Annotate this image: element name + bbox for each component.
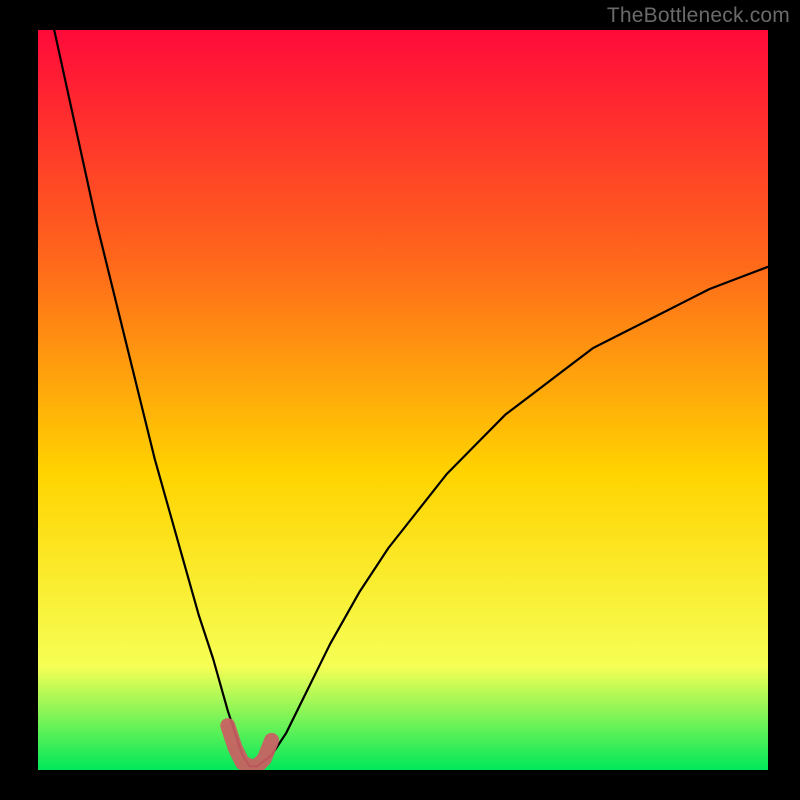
bottleneck-chart	[38, 30, 768, 770]
gradient-background	[38, 30, 768, 770]
chart-frame: TheBottleneck.com	[0, 0, 800, 800]
watermark-text: TheBottleneck.com	[607, 4, 790, 28]
plot-area	[38, 30, 768, 770]
